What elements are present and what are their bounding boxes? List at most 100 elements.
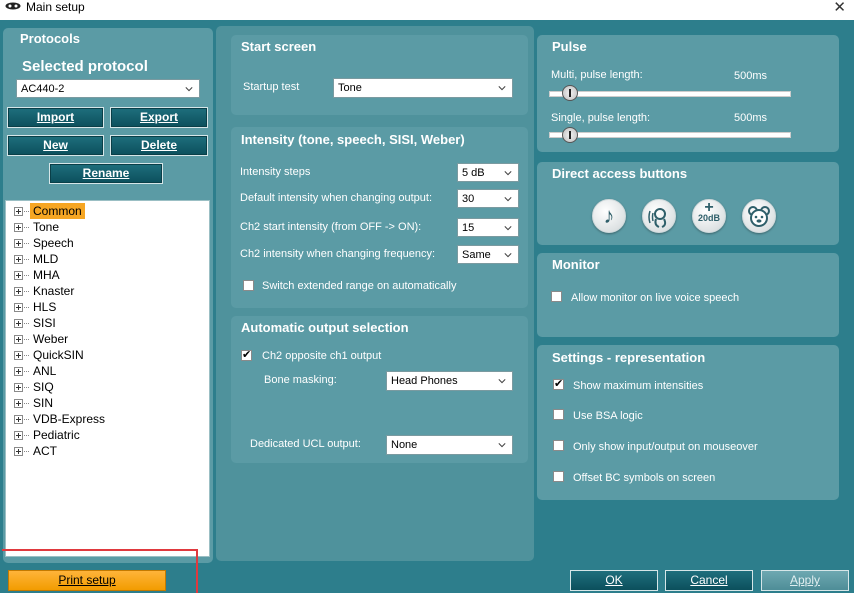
ch2-start-value: 15 xyxy=(462,222,475,234)
direct-access-header: Direct access buttons xyxy=(552,166,688,181)
ch2-opposite-label: Ch2 opposite ch1 output xyxy=(262,350,382,362)
startup-test-label: Startup test xyxy=(243,81,300,93)
intensity-header: Intensity (tone, speech, SISI, Weber) xyxy=(241,132,465,147)
extended-range-label: Switch extended range on automatically xyxy=(262,280,457,292)
start-screen-header: Start screen xyxy=(241,39,317,54)
offset-bc-label: Offset BC symbols on screen xyxy=(573,472,716,484)
expand-icon[interactable] xyxy=(14,415,23,424)
startup-test-dropdown[interactable]: Tone xyxy=(333,78,513,98)
mouseover-checkbox[interactable] xyxy=(553,440,564,451)
default-intensity-label: Default intensity when changing output: xyxy=(240,192,433,204)
ch2-start-label: Ch2 start intensity (from OFF -> ON): xyxy=(240,221,422,233)
ch2-freq-value: Same xyxy=(462,249,491,261)
chevron-down-icon xyxy=(498,86,506,91)
app-icon xyxy=(5,2,21,10)
mouseover-label: Only show input/output on mouseover xyxy=(573,441,758,453)
use-bsa-logic-label: Use BSA logic xyxy=(573,410,643,422)
auto-output-panel: Automatic output selection Ch2 opposite … xyxy=(231,316,528,463)
live-voice-checkbox[interactable] xyxy=(551,291,562,302)
ch2-start-dropdown[interactable]: 15 xyxy=(457,218,519,237)
multi-pulse-value: 500ms xyxy=(734,70,768,82)
pulse-header: Pulse xyxy=(552,39,587,54)
single-pulse-value: 500ms xyxy=(734,112,768,124)
monitor-panel: Monitor Allow monitor on live voice spee… xyxy=(537,253,839,337)
multi-pulse-track[interactable] xyxy=(549,91,791,97)
expand-icon[interactable] xyxy=(14,319,23,328)
auto-output-header: Automatic output selection xyxy=(241,320,409,335)
expand-icon[interactable] xyxy=(14,255,23,264)
expand-icon[interactable] xyxy=(14,287,23,296)
chevron-down-icon xyxy=(504,253,512,258)
intensity-panel: Intensity (tone, speech, SISI, Weber) In… xyxy=(231,127,528,308)
bone-masking-label: Bone masking: xyxy=(264,374,337,386)
start-screen-panel: Start screen Startup test Tone xyxy=(231,35,528,115)
expand-icon[interactable] xyxy=(14,223,23,232)
single-pulse-slider[interactable] xyxy=(562,127,578,143)
default-intensity-dropdown[interactable]: 30 xyxy=(457,189,519,208)
window-title: Main setup xyxy=(26,0,85,14)
delete-button[interactable]: Delete xyxy=(110,135,208,156)
music-note-icon[interactable]: ♪ xyxy=(592,199,626,233)
expand-icon[interactable] xyxy=(14,399,23,408)
expand-icon[interactable] xyxy=(14,303,23,312)
expand-icon[interactable] xyxy=(14,351,23,360)
print-setup-button[interactable]: Print setup xyxy=(8,570,166,591)
monitor-header: Monitor xyxy=(552,257,600,272)
talk-icon[interactable] xyxy=(642,199,676,233)
export-button[interactable]: Export xyxy=(110,107,208,128)
intensity-steps-dropdown[interactable]: 5 dB xyxy=(457,163,519,182)
show-max-intensities-checkbox[interactable] xyxy=(553,377,564,390)
expand-icon[interactable] xyxy=(14,367,23,376)
cancel-button[interactable]: Cancel xyxy=(665,570,753,591)
selected-protocol-label: Selected protocol xyxy=(22,58,148,75)
pulse-panel: Pulse Multi, pulse length: 500ms Single,… xyxy=(537,35,839,152)
offset-bc-checkbox[interactable] xyxy=(553,471,564,482)
main-area: Protocols Selected protocol AC440-2 Impo… xyxy=(0,20,854,593)
new-button[interactable]: New xyxy=(7,135,104,156)
pediatric-bear-icon[interactable] xyxy=(742,199,776,233)
ok-button[interactable]: OK xyxy=(570,570,658,591)
ucl-output-dropdown[interactable]: None xyxy=(386,435,513,455)
expand-icon[interactable] xyxy=(14,271,23,280)
intensity-steps-value: 5 dB xyxy=(462,167,485,179)
chevron-down-icon xyxy=(185,87,193,92)
settings-header: Settings - representation xyxy=(552,350,706,365)
expand-icon[interactable] xyxy=(14,239,23,248)
direct-access-panel: Direct access buttons ♪ + 20dB xyxy=(537,162,839,245)
single-pulse-label: Single, pulse length: xyxy=(551,112,651,124)
expand-icon[interactable] xyxy=(14,431,23,440)
expand-icon[interactable] xyxy=(14,207,23,216)
protocols-header: Protocols xyxy=(20,31,80,46)
chevron-down-icon xyxy=(504,226,512,231)
multi-pulse-slider[interactable] xyxy=(562,85,578,101)
chevron-down-icon xyxy=(498,379,506,384)
selected-protocol-dropdown[interactable]: AC440-2 xyxy=(16,79,200,98)
chevron-down-icon xyxy=(504,197,512,202)
import-button[interactable]: Import xyxy=(7,107,104,128)
rename-button[interactable]: Rename xyxy=(49,163,163,184)
chevron-down-icon xyxy=(504,171,512,176)
ch2-freq-dropdown[interactable]: Same xyxy=(457,245,519,264)
expand-icon[interactable] xyxy=(14,383,23,392)
ucl-output-value: None xyxy=(391,439,418,451)
ch2-opposite-checkbox[interactable] xyxy=(241,348,252,361)
apply-button[interactable]: Apply xyxy=(761,570,849,591)
expand-icon[interactable] xyxy=(14,447,23,456)
default-intensity-value: 30 xyxy=(462,193,475,205)
use-bsa-logic-checkbox[interactable] xyxy=(553,409,564,420)
ch2-freq-label: Ch2 intensity when changing frequency: xyxy=(240,248,436,260)
bone-masking-dropdown[interactable]: Head Phones xyxy=(386,371,513,391)
protocol-tree[interactable]: Common Tone Speech MLD MHA Knaster HLS S… xyxy=(5,200,210,557)
show-max-intensities-label: Show maximum intensities xyxy=(573,380,704,392)
multi-pulse-label: Multi, pulse length: xyxy=(551,69,643,81)
selected-protocol-value: AC440-2 xyxy=(21,83,65,95)
extended-range-checkbox[interactable] xyxy=(243,280,254,291)
single-pulse-track[interactable] xyxy=(549,132,791,138)
expand-icon[interactable] xyxy=(14,335,23,344)
close-icon[interactable]: ✕ xyxy=(833,0,846,16)
live-voice-label: Allow monitor on live voice speech xyxy=(571,292,740,304)
plus-20db-icon[interactable]: + 20dB xyxy=(692,199,726,233)
bone-masking-value: Head Phones xyxy=(391,375,458,387)
startup-test-value: Tone xyxy=(338,82,362,94)
settings-panel: Settings - representation Show maximum i… xyxy=(537,345,839,500)
